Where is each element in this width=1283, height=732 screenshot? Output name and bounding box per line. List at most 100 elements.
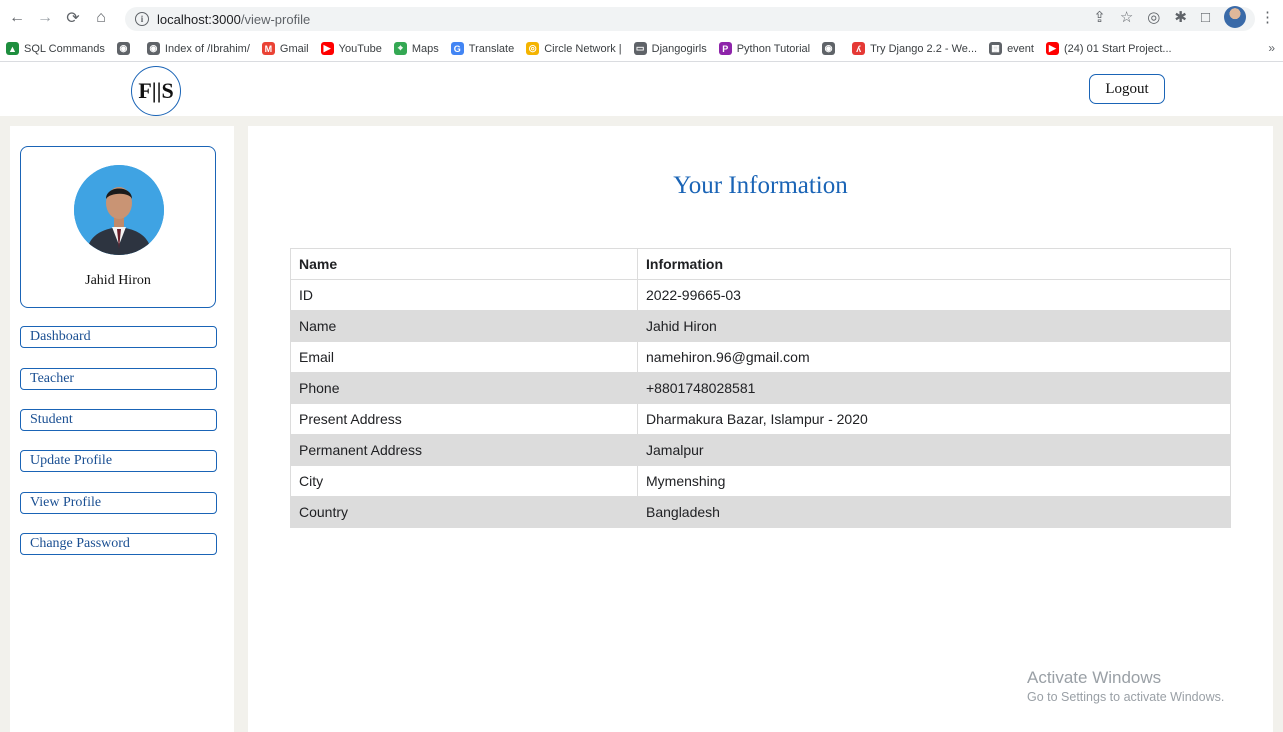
table-header-row: Name Information <box>290 248 1231 280</box>
page-title: Your Information <box>673 172 848 199</box>
person-photo-icon <box>74 165 164 255</box>
globe-icon: ◉ <box>822 42 836 55</box>
table-row: City Mymenshing <box>290 465 1231 497</box>
youtube-icon: ▶ <box>320 42 334 55</box>
url-text: localhost:3000/view-profile <box>157 12 310 27</box>
sidebar-item-dashboard[interactable]: Dashboard <box>20 326 217 348</box>
drive-icon: ▲ <box>6 42 19 55</box>
bookmark-label: Python Tutorial <box>736 42 811 55</box>
bookmark-label: Maps <box>411 42 439 55</box>
home-icon[interactable]: ⌂ <box>90 7 112 29</box>
bookmark-item[interactable]: ▲ SQL Commands <box>6 42 105 55</box>
sidebar-item-teacher[interactable]: Teacher <box>20 368 217 390</box>
reload-icon[interactable]: ⟳ <box>62 7 84 29</box>
bookmark-item[interactable]: ▦ event <box>989 42 1034 55</box>
extensions-icon[interactable]: ✱ <box>1174 8 1187 26</box>
side-panel-icon[interactable]: □ <box>1201 9 1210 26</box>
globe-icon: ◉ <box>146 42 160 55</box>
bookmark-item[interactable]: ▶ YouTube <box>320 42 382 55</box>
url-path: /view-profile <box>240 11 311 27</box>
gmail-icon: M <box>261 42 275 55</box>
bookmark-label: YouTube <box>338 42 382 55</box>
bookmark-label: Index of /Ibrahim/ <box>164 42 250 55</box>
table-row: Email namehiron.96@gmail.com <box>290 341 1231 373</box>
bookmark-label: Gmail <box>279 42 309 55</box>
row-value: Dharmakura Bazar, Islampur - 2020 <box>637 403 1231 435</box>
bookmark-label: (24) 01 Start Project... <box>1063 42 1172 55</box>
bookmark-label: event <box>1007 42 1034 55</box>
row-value: Jamalpur <box>637 434 1231 466</box>
menu-kebab-icon[interactable]: ⋮ <box>1260 8 1275 26</box>
table-row: Country Bangladesh <box>290 496 1231 528</box>
bookmark-item[interactable]: ◉ <box>822 42 840 55</box>
row-label: Country <box>290 496 638 528</box>
row-label: Present Address <box>290 403 638 435</box>
bookmark-item[interactable]: P Python Tutorial <box>718 42 811 55</box>
globe-icon: ◉ <box>116 42 130 55</box>
row-value: +8801748028581 <box>637 372 1231 404</box>
row-value: Jahid Hiron <box>637 310 1231 342</box>
forward-arrow-icon[interactable]: → <box>34 7 56 29</box>
browser-toolbar: ← → ⟳ ⌂ i localhost:3000/view-profile ⇪ … <box>0 0 1283 36</box>
bookmark-label: Circle Network | <box>544 42 622 55</box>
sidebar-item-change-password[interactable]: Change Password <box>20 533 217 555</box>
bookmark-label: SQL Commands <box>24 42 105 55</box>
bookmarks-overflow-icon[interactable]: » <box>1268 41 1275 55</box>
bookmarks-bar: ▲ SQL Commands ◉ ◉ Index of /Ibrahim/M Gmail ▶… <box>0 36 1283 62</box>
bookmark-item[interactable]: ◉ Index of /Ibrahim/ <box>146 42 250 55</box>
browser-profile-icon[interactable] <box>1224 6 1246 28</box>
maps-icon: ⌖ <box>393 42 407 55</box>
bookmark-item[interactable]: ʎ Try Django 2.2 - We... <box>852 42 977 55</box>
bookmark-item[interactable]: ⌖ Maps <box>393 42 439 55</box>
django-icon: ʎ <box>852 42 866 55</box>
column-header-name: Name <box>290 248 638 280</box>
bookmark-item[interactable]: G Translate <box>450 42 515 55</box>
table-row: Permanent Address Jamalpur <box>290 434 1231 466</box>
browser-tools: ⇪ ☆ ◎ ✱ □ ⋮ <box>1093 6 1275 28</box>
profile-card: Jahid Hiron <box>20 146 216 308</box>
table-row: Present Address Dharmakura Bazar, Islampu… <box>290 403 1231 435</box>
bookmark-label: Translate <box>468 42 515 55</box>
bookmark-item[interactable]: M Gmail <box>261 42 309 55</box>
bookmark-item[interactable]: ◉ <box>116 42 135 55</box>
camera-icon[interactable]: ◎ <box>1147 8 1160 26</box>
address-bar[interactable]: i localhost:3000/view-profile <box>125 7 1255 31</box>
logo[interactable]: F||S <box>131 66 181 116</box>
url-host: localhost:3000 <box>157 11 241 27</box>
row-label: Phone <box>290 372 638 404</box>
back-arrow-icon[interactable]: ← <box>6 7 28 29</box>
bookmark-label: Djangogirls <box>651 42 707 55</box>
table-row: Phone +8801748028581 <box>290 372 1231 404</box>
activate-windows-watermark: Activate Windows Go to Settings to activ… <box>1027 668 1224 704</box>
row-value: Bangladesh <box>637 496 1231 528</box>
profile-name: Jahid Hiron <box>85 273 151 288</box>
row-label: Name <box>290 310 638 342</box>
site-info-icon[interactable]: i <box>135 12 149 26</box>
watermark-title: Activate Windows <box>1027 668 1162 687</box>
logout-button[interactable]: Logout <box>1089 74 1165 104</box>
share-icon[interactable]: ⇪ <box>1093 8 1106 26</box>
sidebar-item-update-profile[interactable]: Update Profile <box>20 450 217 472</box>
row-value: Mymenshing <box>637 465 1231 497</box>
sidebar-item-view-profile[interactable]: View Profile <box>20 492 217 514</box>
row-label: Permanent Address <box>290 434 638 466</box>
row-label: ID <box>290 279 638 311</box>
bookmark-item[interactable]: ▭ Djangogirls <box>633 42 707 55</box>
circle-icon: ◎ <box>526 42 540 55</box>
row-label: City <box>290 465 638 497</box>
bookmark-star-icon[interactable]: ☆ <box>1120 8 1133 26</box>
translate-icon: G <box>450 42 464 55</box>
calendar-icon: ▦ <box>989 42 1003 55</box>
sidebar-item-student[interactable]: Student <box>20 409 217 431</box>
row-label: Email <box>290 341 638 373</box>
table-row: ID 2022-99665-03 <box>290 279 1231 311</box>
bookmark-label: Try Django 2.2 - We... <box>870 42 978 55</box>
bookmark-item[interactable]: ◎ Circle Network | <box>526 42 622 55</box>
python-icon: P <box>718 42 732 55</box>
avatar <box>74 165 164 255</box>
bookmark-item[interactable]: ▶ (24) 01 Start Project... <box>1045 42 1172 55</box>
table-row: Name Jahid Hiron <box>290 310 1231 342</box>
book-icon: ▭ <box>633 42 647 55</box>
column-header-information: Information <box>637 248 1231 280</box>
watermark-subtitle: Go to Settings to activate Windows. <box>1027 690 1225 704</box>
